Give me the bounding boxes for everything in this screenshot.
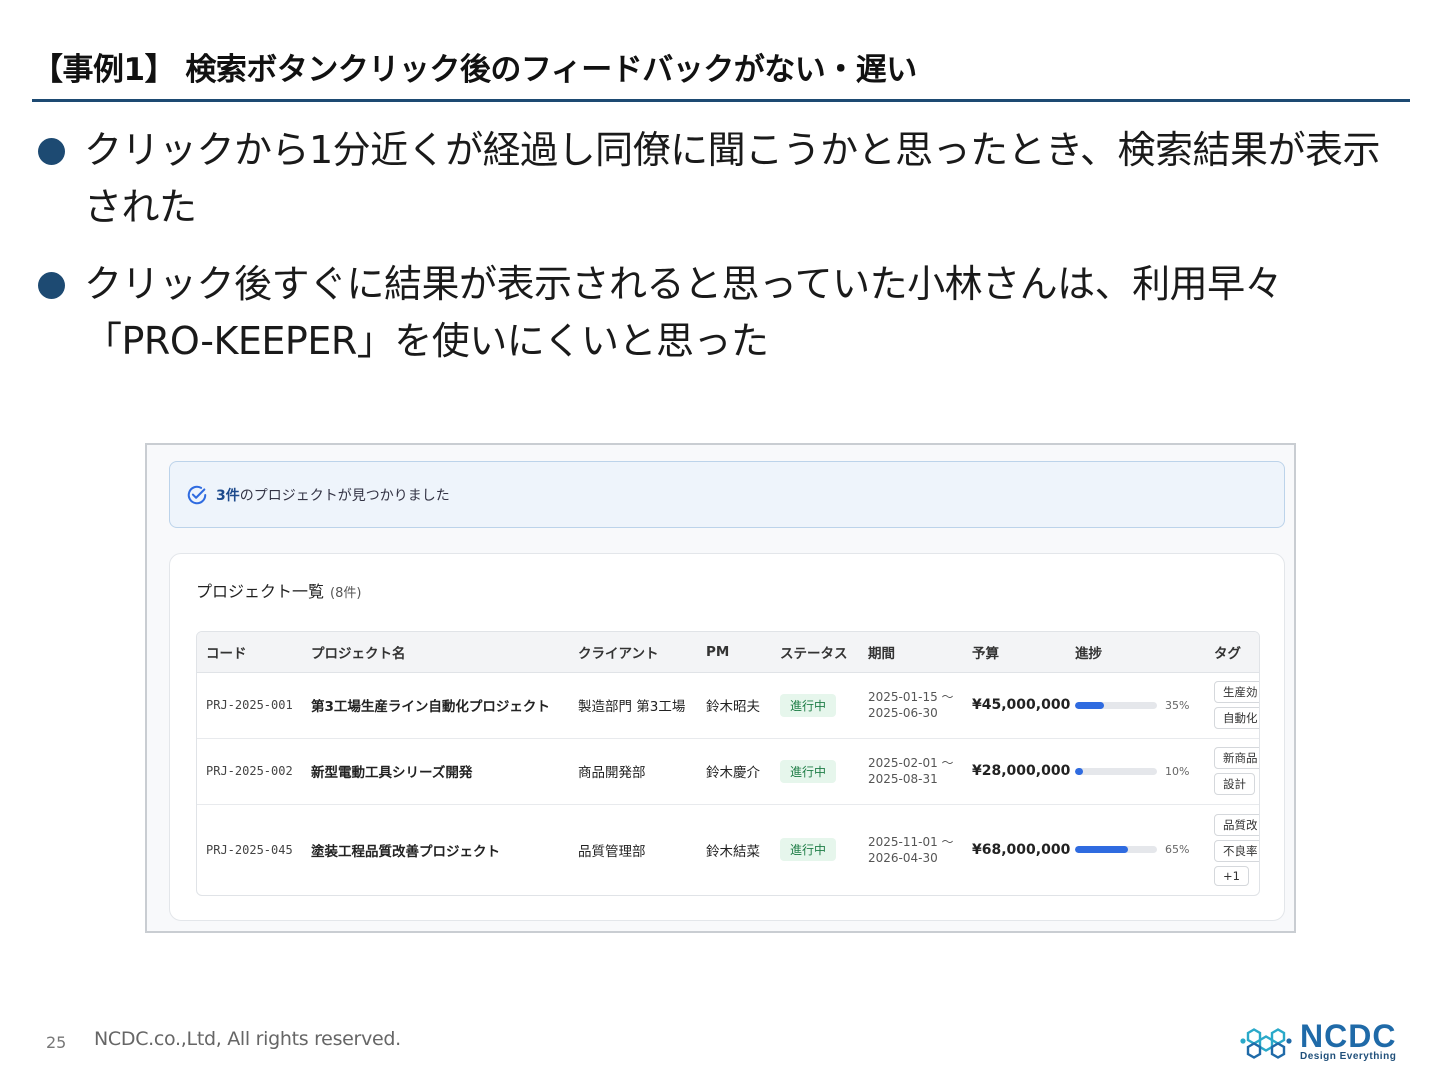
- column-header-period[interactable]: 期間: [859, 632, 963, 673]
- logo-name: NCDC: [1300, 1017, 1397, 1054]
- tag-chip[interactable]: 自動化: [1214, 707, 1259, 729]
- status-cell: 進行中: [771, 804, 859, 895]
- column-header-client[interactable]: クライアント: [569, 632, 697, 673]
- column-header-status[interactable]: ステータス: [771, 632, 859, 673]
- bullet-item: クリックから1分近くが経過し同僚に聞こうかと思ったとき、検索結果が表示された: [38, 122, 1408, 236]
- progress-bar: [1075, 701, 1157, 709]
- column-header-name[interactable]: プロジェクト名: [302, 632, 569, 673]
- result-count: 3件: [216, 487, 240, 504]
- column-header-progress[interactable]: 進捗: [1066, 632, 1205, 673]
- project-client: 製造部門 第3工場: [569, 672, 697, 739]
- table-row[interactable]: PRJ-2025-001 第3工場生産ライン自動化プロジェクト 製造部門 第3工…: [197, 672, 1259, 739]
- molecule-logo-icon: [1240, 1028, 1292, 1059]
- project-list-card: プロジェクト一覧 (8件) コード プロジェクト名 クライアント PM ステータス…: [169, 553, 1285, 921]
- bullet-list: クリックから1分近くが経過し同僚に聞こうかと思ったとき、検索結果が表示された ク…: [38, 122, 1408, 390]
- project-pm: 鈴木結菜: [706, 843, 760, 860]
- project-budget: ¥28,000,000: [963, 738, 1070, 805]
- progress-label: 10%: [1165, 764, 1190, 778]
- column-header-pm[interactable]: PM: [697, 632, 771, 673]
- status-badge: 進行中: [780, 693, 837, 717]
- project-client: 商品開発部: [569, 738, 697, 805]
- tags-cell: 品質改 不良率 +1: [1205, 804, 1259, 895]
- project-pm: 鈴木慶介: [697, 738, 771, 805]
- more-tags-chip[interactable]: +1: [1214, 865, 1249, 886]
- project-client: 品質管理部: [578, 843, 646, 860]
- project-period: 2025-01-15 〜 2025-06-30: [859, 672, 963, 739]
- project-period: 2025-11-01 〜 2026-04-30: [859, 804, 963, 895]
- bullet-text: クリック後すぐに結果が表示されると思っていた小林さんは、利用早々「PRO-KEE…: [84, 262, 1283, 363]
- page-number: 25: [46, 1033, 67, 1052]
- project-table-container[interactable]: コード プロジェクト名 クライアント PM ステータス 期間 予算 進捗 タグ …: [196, 631, 1260, 896]
- result-message: のプロジェクトが見つかりました: [239, 487, 450, 504]
- progress-fill: [1075, 701, 1104, 709]
- table-row[interactable]: PRJ-2025-045 塗装工程品質改善プロジェクト 品質管理部 鈴木結菜 進…: [197, 804, 1259, 895]
- title-divider: [32, 99, 1410, 102]
- copyright-notice: NCDC.co.,Ltd, All rights reserved.: [94, 1028, 401, 1050]
- project-budget: ¥68,000,000: [972, 841, 1071, 858]
- check-circle-icon: [187, 485, 207, 504]
- project-period: 2025-02-01 〜 2025-08-31: [859, 738, 963, 805]
- status-cell: 進行中: [771, 738, 859, 805]
- project-code: PRJ-2025-001: [197, 672, 302, 739]
- period-end: 2025-06-30: [868, 706, 938, 720]
- project-name[interactable]: 新型電動工具シリーズ開発: [302, 738, 569, 805]
- project-name[interactable]: 塗装工程品質改善プロジェクト: [302, 804, 569, 895]
- progress-cell: 10%: [1066, 738, 1205, 805]
- ncdc-logo: NCDC Design Everything: [1238, 1018, 1413, 1064]
- search-result-banner: 3件 のプロジェクトが見つかりました: [169, 461, 1285, 528]
- status-badge: 進行中: [780, 838, 837, 862]
- project-list-title: プロジェクト一覧 (8件): [196, 578, 361, 602]
- project-list-title-text: プロジェクト一覧: [196, 582, 325, 601]
- embedded-screenshot: 3件 のプロジェクトが見つかりました プロジェクト一覧 (8件) コード プロジェ…: [145, 443, 1296, 933]
- column-header-code[interactable]: コード: [197, 632, 302, 673]
- bullet-item: クリック後すぐに結果が表示されると思っていた小林さんは、利用早々「PRO-KEE…: [38, 256, 1408, 370]
- tags-cell: 新商品 設計: [1205, 738, 1259, 805]
- table-row[interactable]: PRJ-2025-002 新型電動工具シリーズ開発 商品開発部 鈴木慶介 進行中…: [197, 738, 1259, 805]
- period-start: 2025-01-15 〜: [868, 690, 954, 704]
- project-name[interactable]: 第3工場生産ライン自動化プロジェクト: [302, 672, 569, 739]
- progress-fill: [1075, 767, 1084, 775]
- period-end: 2026-04-30: [868, 850, 938, 865]
- progress-bar: [1075, 767, 1157, 775]
- tag-chip[interactable]: 生産効: [1214, 681, 1259, 703]
- progress-label: 65%: [1165, 843, 1190, 857]
- tag-chip[interactable]: 設計: [1214, 773, 1255, 795]
- progress-fill: [1075, 846, 1129, 854]
- column-header-tags[interactable]: タグ: [1205, 632, 1259, 673]
- progress-label: 35%: [1165, 698, 1190, 712]
- bullet-dot-icon: [38, 272, 65, 299]
- project-table: コード プロジェクト名 クライアント PM ステータス 期間 予算 進捗 タグ …: [197, 632, 1259, 895]
- project-code: PRJ-2025-045: [206, 842, 293, 857]
- tag-chip[interactable]: 品質改: [1214, 813, 1259, 836]
- project-pm: 鈴木昭夫: [697, 672, 771, 739]
- bullet-dot-icon: [38, 138, 65, 165]
- project-code: PRJ-2025-002: [197, 738, 302, 805]
- tags-cell: 生産効 自動化: [1205, 672, 1259, 739]
- bullet-text: クリックから1分近くが経過し同僚に聞こうかと思ったとき、検索結果が表示された: [84, 128, 1381, 229]
- logo-tagline: Design Everything: [1300, 1050, 1397, 1062]
- project-budget: ¥45,000,000: [963, 672, 1070, 739]
- period-start: 2025-11-01 〜: [868, 834, 954, 849]
- period-end: 2025-08-31: [868, 772, 938, 786]
- table-header-row: コード プロジェクト名 クライアント PM ステータス 期間 予算 進捗 タグ: [197, 632, 1259, 673]
- slide-title: 【事例1】 検索ボタンクリック後のフィードバックがない・遅い: [32, 52, 917, 88]
- progress-cell: 35%: [1066, 672, 1205, 739]
- period-start: 2025-02-01 〜: [868, 756, 954, 770]
- status-badge: 進行中: [780, 759, 837, 783]
- progress-bar: [1075, 846, 1157, 854]
- project-count: (8件): [330, 586, 362, 601]
- progress-cell: 65%: [1066, 804, 1205, 895]
- tag-chip[interactable]: 新商品: [1214, 747, 1259, 769]
- tag-chip[interactable]: 不良率: [1214, 839, 1259, 862]
- column-header-budget[interactable]: 予算: [963, 632, 1066, 673]
- status-cell: 進行中: [771, 672, 859, 739]
